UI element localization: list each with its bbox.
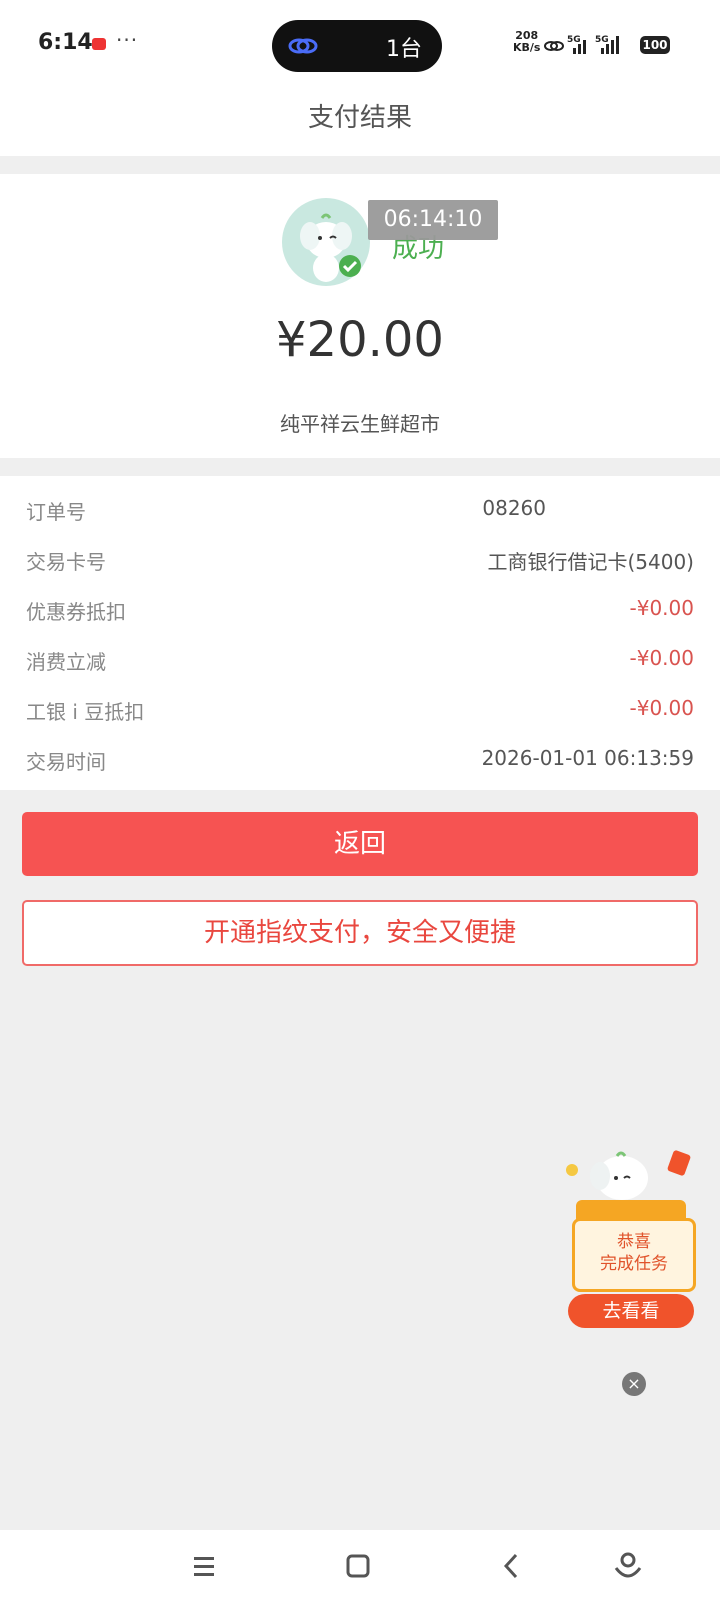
notification-icon	[92, 38, 106, 50]
detail-row-coupon: 优惠券抵扣 -¥0.00	[26, 584, 694, 634]
detail-label: 消费立减	[26, 650, 106, 674]
svg-text:5G: 5G	[567, 35, 581, 45]
enable-fingerprint-button[interactable]: 开通指纹支付，安全又便捷	[22, 900, 698, 966]
mascot-gift-icon	[566, 1150, 691, 1224]
merchant-name: 纯平祥云生鲜超市	[280, 412, 440, 436]
detail-value: 08260	[482, 496, 546, 520]
back-button[interactable]: 返回	[22, 812, 698, 876]
svg-text:5G: 5G	[595, 35, 609, 45]
island-label: 1台	[386, 37, 422, 62]
detail-row-beans: 工银 i 豆抵扣 -¥0.00	[26, 684, 694, 734]
detail-row-order: 订单号 08260	[26, 484, 694, 534]
close-icon[interactable]: ×	[622, 1372, 646, 1396]
go-see-button[interactable]: 去看看	[568, 1294, 694, 1328]
time-badge: 06:14:10	[368, 200, 498, 240]
detail-value: -¥0.00	[629, 596, 694, 620]
promo-card: 恭喜 完成任务	[572, 1218, 696, 1292]
detail-row-discount: 消费立减 -¥0.00	[26, 634, 694, 684]
detail-label: 订单号	[26, 500, 86, 524]
detail-value: 工商银行借记卡(5400)	[487, 550, 694, 574]
task-promo-widget[interactable]: 恭喜 完成任务 去看看	[562, 1148, 702, 1348]
transaction-details: 订单号 08260 交易卡号 工商银行借记卡(5400) 优惠券抵扣 -¥0.0…	[0, 476, 720, 790]
signal-icon: 5G 5G	[544, 35, 619, 54]
promo-line-2: 完成任务	[600, 1254, 668, 1274]
battery-icon: 100	[640, 36, 670, 54]
home-icon[interactable]	[338, 1548, 378, 1584]
status-time: 6:14	[38, 30, 93, 55]
link-icon	[288, 38, 318, 54]
back-icon[interactable]	[492, 1548, 532, 1584]
payment-result-card: 成功 06:14:10 ¥20.00 纯平祥云生鲜超市	[0, 174, 720, 458]
system-nav-bar	[0, 1530, 720, 1600]
assistant-icon[interactable]	[608, 1548, 648, 1584]
page-title: 支付结果	[307, 103, 412, 133]
menu-icon[interactable]	[184, 1548, 224, 1584]
mascot-avatar-icon	[282, 198, 370, 286]
detail-row-card: 交易卡号 工商银行借记卡(5400)	[26, 534, 694, 584]
detail-value: 2026-01-01 06:13:59	[481, 746, 694, 770]
more-notifications-icon: ···	[116, 28, 139, 52]
detail-value: -¥0.00	[629, 696, 694, 720]
dynamic-island[interactable]: 1台	[272, 20, 442, 72]
detail-label: 优惠券抵扣	[26, 600, 126, 624]
detail-label: 交易时间	[26, 750, 106, 774]
payment-amount: ¥20.00	[276, 312, 444, 368]
detail-value: -¥0.00	[629, 646, 694, 670]
net-speed: 208 KB/s	[513, 30, 540, 54]
detail-label: 工银 i 豆抵扣	[26, 700, 145, 724]
status-bar: 6:14 ··· 1台 208 KB/s 5G 5G 100	[0, 0, 720, 90]
page-header: 支付结果	[0, 90, 720, 156]
detail-row-time: 交易时间 2026-01-01 06:13:59	[26, 734, 694, 784]
detail-label: 交易卡号	[26, 550, 106, 574]
net-speed-unit: KB/s	[513, 41, 541, 54]
promo-line-1: 恭喜	[617, 1232, 651, 1252]
